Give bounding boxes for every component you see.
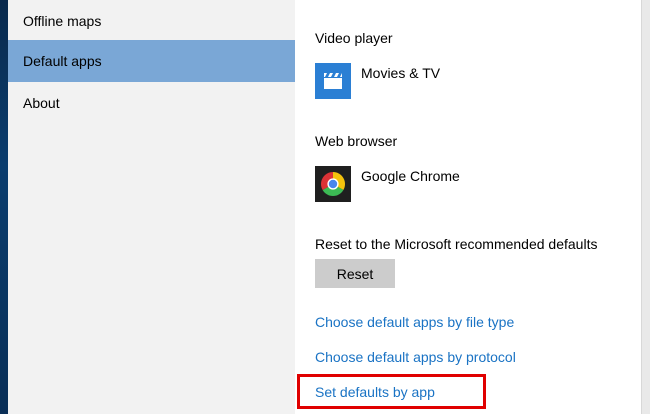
video-player-heading: Video player — [315, 30, 393, 46]
video-player-app-name: Movies & TV — [361, 65, 441, 81]
sidebar-item-about[interactable]: About — [8, 82, 295, 124]
video-player-app-button[interactable]: Movies & TV — [315, 63, 440, 99]
sidebar: Offline maps Default apps About — [8, 0, 295, 414]
sidebar-item-label: About — [23, 95, 60, 111]
set-defaults-by-app-link[interactable]: Set defaults by app — [315, 384, 435, 400]
sidebar-item-label: Default apps — [23, 53, 102, 69]
choose-defaults-by-file-type-link[interactable]: Choose default apps by file type — [315, 314, 514, 330]
web-browser-heading: Web browser — [315, 133, 398, 149]
desktop-background-strip — [0, 0, 8, 414]
sidebar-item-label: Offline maps — [23, 13, 102, 29]
web-browser-app-button[interactable]: Google Chrome — [315, 166, 460, 202]
reset-button[interactable]: Reset — [315, 259, 395, 288]
window-edge — [641, 0, 650, 414]
chrome-icon — [315, 166, 351, 202]
reset-heading: Reset to the Microsoft recommended defau… — [315, 236, 598, 252]
web-browser-app-name: Google Chrome — [361, 168, 460, 184]
sidebar-item-offline-maps[interactable]: Offline maps — [8, 0, 295, 42]
content-pane: Video player Movies & TV Web browser Goo… — [295, 0, 642, 414]
sidebar-item-default-apps[interactable]: Default apps — [8, 40, 295, 82]
clapperboard-icon — [315, 63, 351, 99]
choose-defaults-by-protocol-link[interactable]: Choose default apps by protocol — [315, 349, 516, 365]
settings-window: Offline maps Default apps About Video pl… — [0, 0, 650, 414]
